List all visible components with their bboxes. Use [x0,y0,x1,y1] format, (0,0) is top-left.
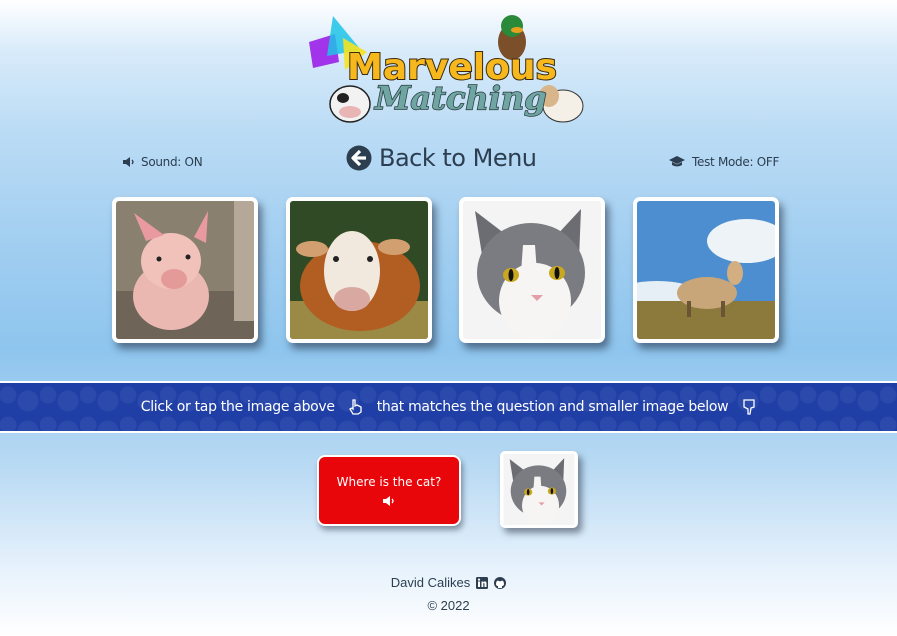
hand-pointer-icon [348,399,363,415]
hand-pointer-down-icon [742,399,756,415]
logo-matching: Matching [374,79,546,117]
test-mode-label: Test Mode: OFF [692,155,780,169]
sheep-image [637,201,775,339]
linkedin-icon[interactable] [476,576,489,589]
answer-card-cat[interactable] [459,197,605,343]
question-box[interactable]: Where is the cat? [317,455,461,526]
graduation-cap-icon [669,156,685,168]
speaker-icon [123,156,135,168]
question-text: Where is the cat? [336,474,442,489]
target-thumbnail [500,451,578,528]
footer-author: David Calikes [0,575,897,590]
back-label: Back to Menu [379,144,537,172]
answer-card-cow[interactable] [286,197,432,343]
test-mode-toggle[interactable]: Test Mode: OFF [669,155,779,169]
author-name: David Calikes [390,575,471,590]
sound-label: Sound: ON [141,155,203,169]
answer-card-sheep[interactable] [633,197,779,343]
sound-toggle[interactable]: Sound: ON [123,155,203,169]
footer-copyright: © 2022 [427,598,470,613]
cow-image [290,201,428,339]
instruction-text-right: that matches the question and smaller im… [376,399,729,415]
instruction-text-left: Click or tap the image above [140,399,335,415]
github-icon[interactable] [494,576,507,589]
answer-card-pig[interactable] [112,197,258,343]
app-logo: Marvelous Matching [305,12,590,130]
instruction-banner: Click or tap the image above that matche… [0,381,897,433]
cat-image [463,201,601,339]
cat-thumbnail-image [503,454,575,525]
speaker-icon [383,495,395,507]
pig-image [116,201,254,339]
back-to-menu-button[interactable]: Back to Menu [346,144,537,172]
arrow-left-circle-icon [346,145,372,171]
